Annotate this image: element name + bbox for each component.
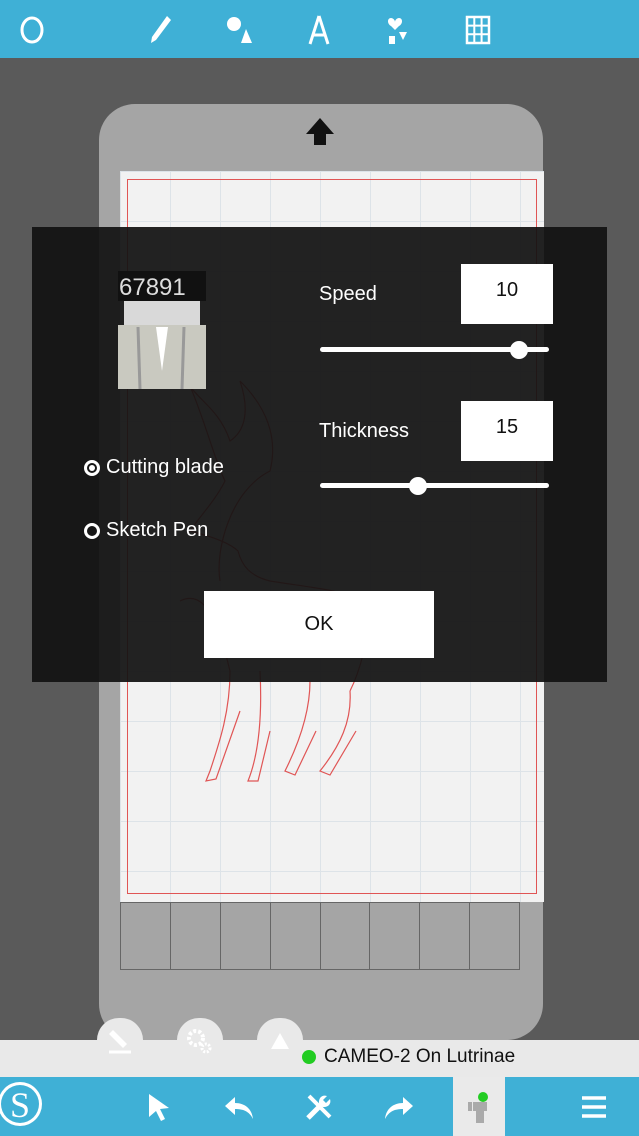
select-arrow-icon[interactable]: [136, 1085, 180, 1129]
thickness-label: Thickness: [319, 420, 410, 442]
cutting-blade-label: Cutting blade: [106, 456, 224, 478]
gears-icon: [187, 1029, 212, 1054]
tool-settings-dialog: 67891 Speed 10 Thickness 15 Cutting blad…: [32, 227, 607, 682]
connection-label: CAMEO-2 On Lutrinae: [324, 1046, 516, 1067]
tab-send[interactable]: [257, 1018, 303, 1064]
thickness-value-field[interactable]: 15: [461, 401, 553, 461]
sketch-pen-label: Sketch Pen: [106, 519, 209, 541]
shapes-icon[interactable]: [217, 8, 261, 52]
svg-text:S: S: [10, 1085, 30, 1125]
undo-icon[interactable]: [217, 1085, 261, 1129]
circle-icon[interactable]: [10, 8, 54, 52]
top-toolbar: [0, 0, 639, 58]
up-arrow-icon[interactable]: [304, 116, 336, 148]
cutter-icon[interactable]: [457, 1085, 501, 1129]
ok-button[interactable]: OK: [204, 591, 434, 658]
tab-draw[interactable]: [97, 1018, 143, 1064]
radio-sketch-pen[interactable]: Sketch Pen: [84, 519, 208, 542]
speed-label: Speed: [319, 283, 377, 305]
menu-icon[interactable]: [572, 1085, 616, 1129]
radio-cutting-blade[interactable]: Cutting blade: [84, 456, 224, 479]
tools-icon[interactable]: [297, 1085, 341, 1129]
bottom-toolbar: [0, 1077, 639, 1136]
triangle-up-icon: [271, 1033, 289, 1049]
mat-carrier: [120, 902, 520, 970]
svg-text:67891: 67891: [119, 274, 186, 301]
pencil-icon[interactable]: [138, 8, 182, 52]
clipart-icon[interactable]: [376, 8, 420, 52]
pen-tool-icon: [109, 1030, 131, 1054]
blade-dial-image: 67891: [118, 271, 206, 389]
speed-slider-thumb[interactable]: [509, 341, 528, 359]
connection-status[interactable]: CAMEO-2 On Lutrinae: [302, 1046, 515, 1068]
tab-settings[interactable]: [177, 1018, 223, 1064]
radio-unselected-icon: [84, 522, 100, 539]
text-icon[interactable]: [297, 8, 341, 52]
silhouette-logo[interactable]: S: [0, 1073, 48, 1135]
speed-value-field[interactable]: 10: [461, 264, 553, 324]
thickness-slider-track[interactable]: [320, 483, 549, 488]
thickness-slider-thumb[interactable]: [408, 477, 427, 495]
radio-selected-icon: [84, 459, 100, 476]
connected-indicator-icon: [302, 1050, 316, 1064]
redo-icon[interactable]: [377, 1085, 421, 1129]
grid-icon[interactable]: [456, 8, 500, 52]
